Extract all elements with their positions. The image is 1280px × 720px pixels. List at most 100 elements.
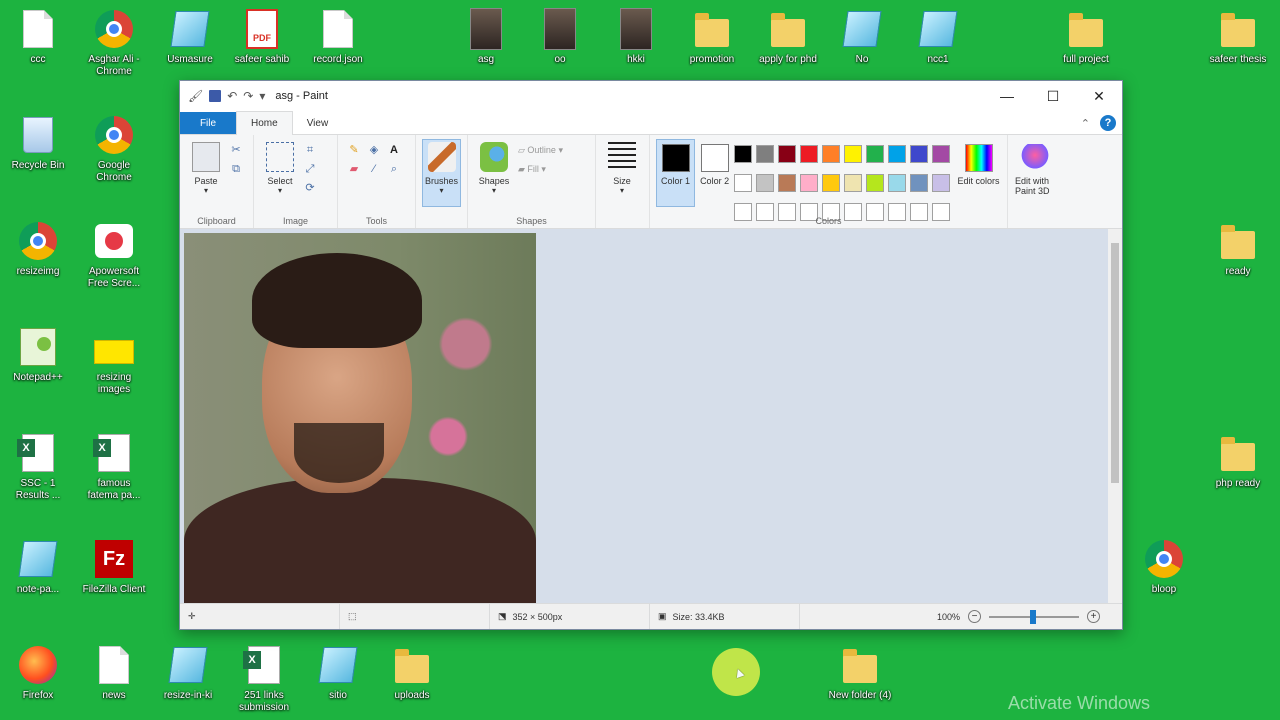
palette-swatch[interactable] bbox=[866, 174, 885, 192]
help-icon[interactable]: ? bbox=[1100, 115, 1116, 131]
desktop-icon[interactable]: hkki bbox=[604, 8, 668, 66]
canvas-image[interactable] bbox=[184, 233, 536, 603]
palette-swatch[interactable] bbox=[756, 145, 775, 163]
palette-swatch[interactable] bbox=[888, 174, 907, 192]
paint-window[interactable]: 🖌 ↶ ↷ ▾ asg - Paint — ☐ ✕ File Home View… bbox=[179, 80, 1123, 630]
zoom-out-button[interactable]: − bbox=[968, 610, 981, 623]
desktop-icon[interactable]: full project bbox=[1054, 8, 1118, 66]
desktop-icon[interactable]: New folder (4) bbox=[828, 644, 892, 702]
undo-icon[interactable]: ↶ bbox=[227, 89, 237, 103]
tab-file[interactable]: File bbox=[180, 112, 236, 134]
color-picker-icon[interactable]: ⁄ bbox=[367, 162, 381, 176]
pencil-icon[interactable]: ✎ bbox=[347, 143, 361, 157]
close-button[interactable]: ✕ bbox=[1076, 81, 1122, 111]
shapes-button[interactable]: Shapes ▾ bbox=[474, 139, 514, 207]
text-icon[interactable]: A bbox=[387, 143, 401, 157]
fill-dropdown[interactable]: ▰ Fill ▾ bbox=[518, 164, 563, 175]
resize-icon[interactable]: ⤢ bbox=[303, 162, 317, 176]
select-button[interactable]: Select ▾ bbox=[260, 139, 300, 207]
palette-swatch[interactable] bbox=[822, 174, 841, 192]
palette-swatch[interactable] bbox=[778, 145, 797, 163]
title-bar[interactable]: 🖌 ↶ ↷ ▾ asg - Paint — ☐ ✕ bbox=[180, 81, 1122, 111]
desktop-icon[interactable]: asg bbox=[454, 8, 518, 66]
outline-dropdown[interactable]: ▱ Outline ▾ bbox=[518, 145, 563, 156]
palette-swatch[interactable] bbox=[888, 145, 907, 163]
desktop-icon[interactable]: oo bbox=[528, 8, 592, 66]
desktop-icon[interactable]: apply for phd bbox=[756, 8, 820, 66]
desktop-icon[interactable]: Google Chrome bbox=[82, 114, 146, 184]
customize-dropdown-icon[interactable]: ▾ bbox=[259, 89, 265, 103]
desktop-icon[interactable]: ncc1 bbox=[906, 8, 970, 66]
tab-home[interactable]: Home bbox=[236, 111, 293, 135]
palette-swatch[interactable] bbox=[932, 145, 951, 163]
zoom-slider[interactable] bbox=[989, 609, 1079, 624]
magnifier-icon[interactable]: ⌕ bbox=[387, 162, 401, 176]
desktop-icon[interactable]: resizeimg bbox=[6, 220, 70, 278]
desktop-icon[interactable]: safeer thesis bbox=[1206, 8, 1270, 66]
palette-swatch[interactable] bbox=[800, 174, 819, 192]
desktop-icon[interactable]: Firefox bbox=[6, 644, 70, 702]
zoom-slider-thumb[interactable] bbox=[1030, 609, 1036, 624]
palette-swatch[interactable] bbox=[756, 174, 775, 192]
desktop-icon[interactable]: Apowersoft Free Scre... bbox=[82, 220, 146, 290]
desktop-icon[interactable]: Asghar Ali - Chrome bbox=[82, 8, 146, 78]
desktop-icon[interactable]: sitio bbox=[306, 644, 370, 702]
desktop-icon[interactable]: 251 links submission bbox=[232, 644, 296, 714]
palette-swatch[interactable] bbox=[778, 174, 797, 192]
palette-swatch[interactable] bbox=[910, 145, 929, 163]
palette-swatch[interactable] bbox=[734, 145, 753, 163]
vertical-scrollbar[interactable] bbox=[1108, 229, 1122, 603]
desktop-icon[interactable]: Notepad++ bbox=[6, 326, 70, 384]
palette-swatch[interactable] bbox=[866, 145, 885, 163]
paste-button[interactable]: Paste ▾ bbox=[186, 139, 226, 207]
desktop-icon[interactable]: Usmasure bbox=[158, 8, 222, 66]
desktop-icon[interactable]: news bbox=[82, 644, 146, 702]
palette-swatch[interactable] bbox=[844, 174, 863, 192]
desktop-icon[interactable]: php ready bbox=[1206, 432, 1270, 490]
desktop-icon[interactable]: record.json bbox=[306, 8, 370, 66]
save-icon[interactable] bbox=[209, 90, 222, 102]
desktop-icon[interactable]: Recycle Bin bbox=[6, 114, 70, 172]
desktop-icon[interactable]: PDF safeer sahib bbox=[230, 8, 294, 66]
scrollbar-thumb[interactable] bbox=[1111, 243, 1119, 483]
eraser-icon[interactable]: ▰ bbox=[347, 162, 361, 176]
fill-bucket-icon[interactable]: ◈ bbox=[367, 143, 381, 157]
desktop-icon[interactable]: uploads bbox=[380, 644, 444, 702]
color-1-button[interactable]: Color 1 bbox=[656, 139, 696, 207]
maximize-button[interactable]: ☐ bbox=[1030, 81, 1076, 111]
redo-icon[interactable]: ↷ bbox=[243, 89, 253, 103]
desktop-icon[interactable]: Fz FileZilla Client bbox=[82, 538, 146, 596]
palette-swatch[interactable] bbox=[800, 145, 819, 163]
desktop-icon[interactable]: famous fatema pa... bbox=[82, 432, 146, 502]
size-button[interactable]: Size ▾ bbox=[602, 139, 642, 207]
collapse-ribbon-icon[interactable]: ⌃ bbox=[1081, 117, 1090, 130]
desktop-icon-label: No bbox=[855, 54, 869, 65]
zoom-in-button[interactable]: + bbox=[1087, 610, 1100, 623]
photo-shirt bbox=[184, 478, 536, 603]
desktop-icon[interactable]: note-pa... bbox=[6, 538, 70, 596]
palette-swatch[interactable] bbox=[910, 174, 929, 192]
palette-swatch[interactable] bbox=[734, 174, 753, 192]
desktop-icon[interactable]: resizing images bbox=[82, 326, 146, 396]
desktop-icon[interactable]: bloop bbox=[1132, 538, 1196, 596]
canvas-area[interactable] bbox=[180, 229, 1108, 603]
desktop-icon[interactable]: ready bbox=[1206, 220, 1270, 278]
edit-colors-button[interactable]: Edit colors bbox=[956, 139, 1001, 207]
crop-icon[interactable]: ⌗ bbox=[303, 143, 317, 157]
desktop-icon[interactable]: SSC - 1 Results ... bbox=[6, 432, 70, 502]
desktop-icon[interactable]: promotion bbox=[680, 8, 744, 66]
desktop-icon[interactable]: No bbox=[830, 8, 894, 66]
edit-with-paint3d-button[interactable]: Edit with Paint 3D bbox=[1014, 139, 1056, 207]
color-2-button[interactable]: Color 2 bbox=[695, 139, 734, 207]
desktop-icon[interactable]: ccc bbox=[6, 8, 70, 66]
tab-view[interactable]: View bbox=[293, 112, 343, 134]
desktop-icon[interactable]: resize-in-ki bbox=[156, 644, 220, 702]
brushes-button[interactable]: Brushes ▾ bbox=[422, 139, 461, 207]
palette-swatch[interactable] bbox=[822, 145, 841, 163]
rotate-icon[interactable]: ⟳ bbox=[303, 181, 317, 195]
copy-icon[interactable]: ⧉ bbox=[229, 162, 243, 176]
cut-icon[interactable]: ✂ bbox=[229, 143, 243, 157]
palette-swatch[interactable] bbox=[932, 174, 951, 192]
palette-swatch[interactable] bbox=[844, 145, 863, 163]
minimize-button[interactable]: — bbox=[984, 81, 1030, 111]
